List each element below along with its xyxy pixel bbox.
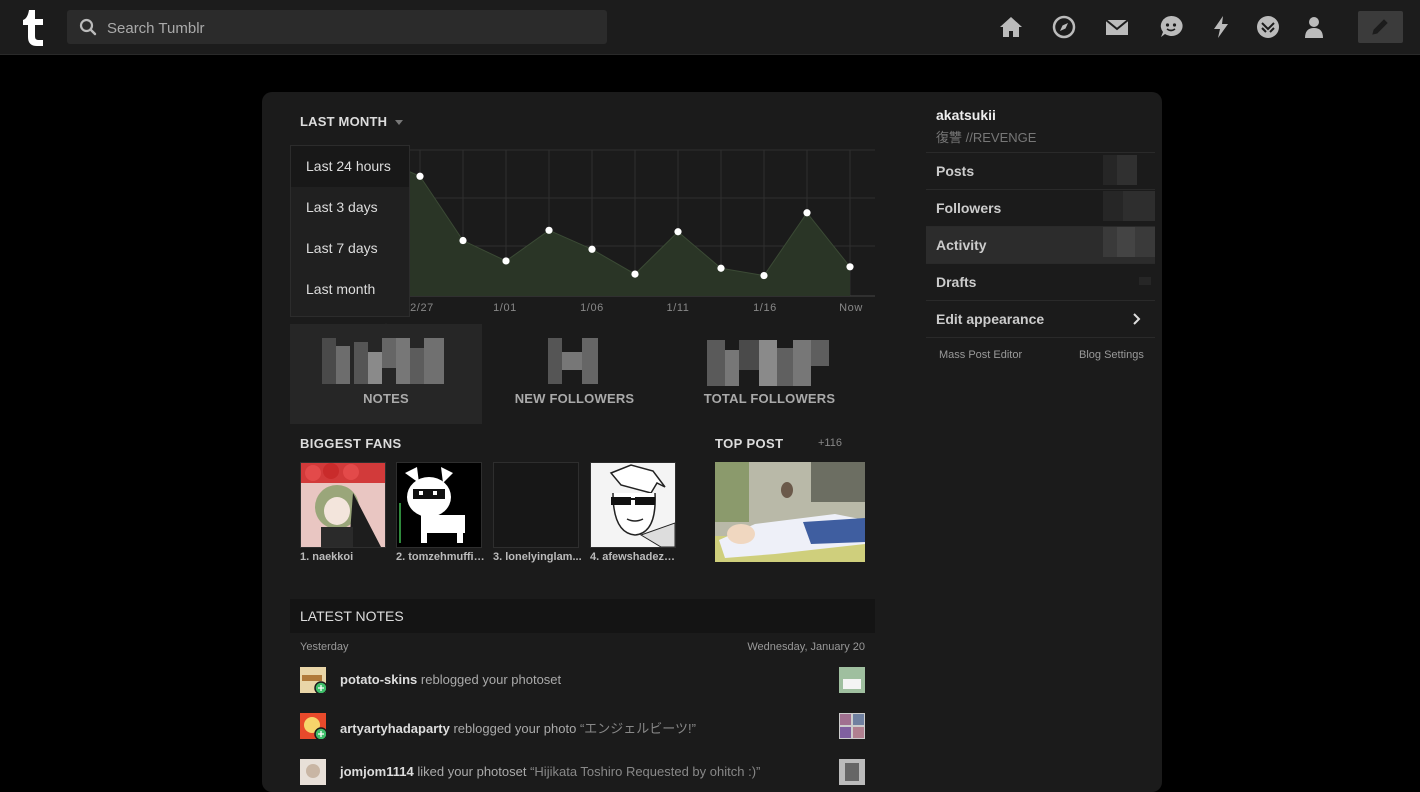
note-row[interactable]: artyartyhadaparty reblogged your photo “… (300, 713, 865, 739)
dropdown-item-month[interactable]: Last month (291, 269, 409, 310)
note-user[interactable]: artyartyhadaparty (340, 721, 450, 736)
x-tick-label: 1/06 (580, 302, 604, 314)
fan-name[interactable]: 1. naekkoi (300, 551, 390, 563)
note-action: reblogged your photoset (420, 672, 562, 687)
data-point (502, 257, 510, 265)
blog-name[interactable]: akatsukii (936, 107, 996, 123)
pixelated-value (548, 338, 598, 384)
fan-name[interactable]: 2. tomzehmuffin... (396, 551, 486, 563)
note-user[interactable]: potato-skins (340, 672, 417, 687)
stat-new-followers[interactable]: NEW FOLLOWERS (482, 324, 667, 424)
stat-notes[interactable]: NOTES (290, 324, 482, 424)
tumblr-logo[interactable] (16, 6, 52, 48)
compose-icon (1372, 19, 1388, 35)
note-row[interactable]: jomjom1114 liked your photoset “Hijikata… (300, 759, 865, 785)
data-point (760, 271, 768, 280)
fan-avatar[interactable] (396, 462, 482, 548)
sidebar-item-label: Posts (936, 163, 975, 179)
post-thumbnail[interactable] (839, 759, 865, 785)
post-thumbnail[interactable] (839, 713, 865, 739)
inbox-icon[interactable] (1104, 14, 1130, 40)
data-point (846, 263, 854, 271)
sidebar-item-label: Activity (936, 237, 987, 253)
data-point (416, 172, 424, 180)
note-row[interactable]: potato-skins reblogged your photoset (300, 667, 865, 693)
dropdown-item-3d[interactable]: Last 3 days (291, 187, 409, 228)
explore-icon[interactable] (1051, 14, 1077, 40)
fan-avatar[interactable] (590, 462, 676, 548)
blog-title: 復讐 //REVENGE (936, 130, 1037, 145)
blog-settings-link[interactable]: Blog Settings (1079, 349, 1144, 361)
fan-avatar[interactable] (493, 462, 579, 548)
data-point (717, 264, 725, 272)
top-post-title: TOP POST (715, 436, 784, 451)
sidebar-item-label: Followers (936, 200, 1002, 216)
note-quote: “Hijikata Toshiro Requested by ohitch :)… (530, 764, 761, 779)
compose-button[interactable] (1358, 11, 1403, 43)
fan-name[interactable]: 3. lonelyinglam... (493, 551, 583, 563)
sidebar-item-label: Drafts (936, 274, 977, 290)
pixelated-value (707, 340, 829, 386)
search-box[interactable] (67, 10, 607, 46)
top-bar (0, 0, 1420, 55)
sidebar-item-edit-appearance[interactable]: Edit appearance (926, 300, 1155, 338)
x-tick-label: 1/16 (753, 302, 777, 314)
avatar[interactable] (300, 667, 326, 693)
x-tick-label: 1/11 (667, 302, 690, 314)
chevron-right-icon (1133, 313, 1141, 325)
x-tick-label: Now (839, 302, 863, 314)
patio-icon[interactable] (1255, 14, 1281, 40)
mass-post-editor-link[interactable]: Mass Post Editor (939, 349, 1022, 361)
x-tick-label: 1/01 (493, 302, 517, 314)
avatar[interactable] (300, 759, 326, 785)
data-point (803, 209, 811, 217)
data-point (588, 245, 596, 253)
pixelated-value (322, 338, 444, 384)
top-post-count: +116 (818, 437, 842, 449)
messaging-icon[interactable] (1158, 14, 1184, 40)
note-action: reblogged your photo (453, 721, 577, 736)
note-action: liked your photoset (417, 764, 527, 779)
latest-notes-title: LATEST NOTES (300, 608, 404, 624)
avatar[interactable] (300, 713, 326, 739)
period-dropdown: Last 24 hours Last 3 days Last 7 days La… (290, 145, 410, 317)
dropdown-item-24h[interactable]: Last 24 hours (291, 146, 409, 187)
pixelated-counts (1103, 155, 1155, 285)
dropdown-item-7d[interactable]: Last 7 days (291, 228, 409, 269)
search-icon (79, 18, 97, 36)
fan-avatar[interactable] (300, 462, 386, 548)
home-icon[interactable] (998, 14, 1024, 40)
data-point (674, 228, 682, 236)
stat-label: NEW FOLLOWERS (514, 391, 635, 406)
activity-icon[interactable] (1208, 14, 1234, 40)
latest-notes-header: LATEST NOTES (290, 599, 875, 633)
data-point (631, 270, 639, 278)
sidebar-item-label: Edit appearance (936, 311, 1045, 327)
fan-name[interactable]: 4. afewshadezof... (590, 551, 680, 563)
date-label: Yesterday (300, 641, 349, 653)
post-thumbnail[interactable] (839, 667, 865, 693)
search-input[interactable] (105, 10, 589, 46)
data-point (545, 226, 553, 234)
account-icon[interactable] (1301, 14, 1327, 40)
period-selector[interactable]: LAST MONTH (300, 114, 404, 129)
note-user[interactable]: jomjom1114 (340, 764, 414, 779)
top-post-thumbnail[interactable] (715, 462, 865, 562)
stat-label: TOTAL FOLLOWERS (703, 391, 836, 406)
date-label: Wednesday, January 20 (747, 641, 865, 653)
note-quote: “エンジェルビーツ!” (579, 721, 696, 736)
biggest-fans-title: BIGGEST FANS (300, 436, 402, 451)
x-tick-label: 2/27 (410, 302, 434, 314)
stat-label: NOTES (363, 391, 409, 406)
period-label: LAST MONTH (300, 114, 388, 129)
chevron-down-icon (395, 120, 404, 126)
stat-total-followers[interactable]: TOTAL FOLLOWERS (677, 324, 862, 424)
data-point (459, 236, 467, 245)
